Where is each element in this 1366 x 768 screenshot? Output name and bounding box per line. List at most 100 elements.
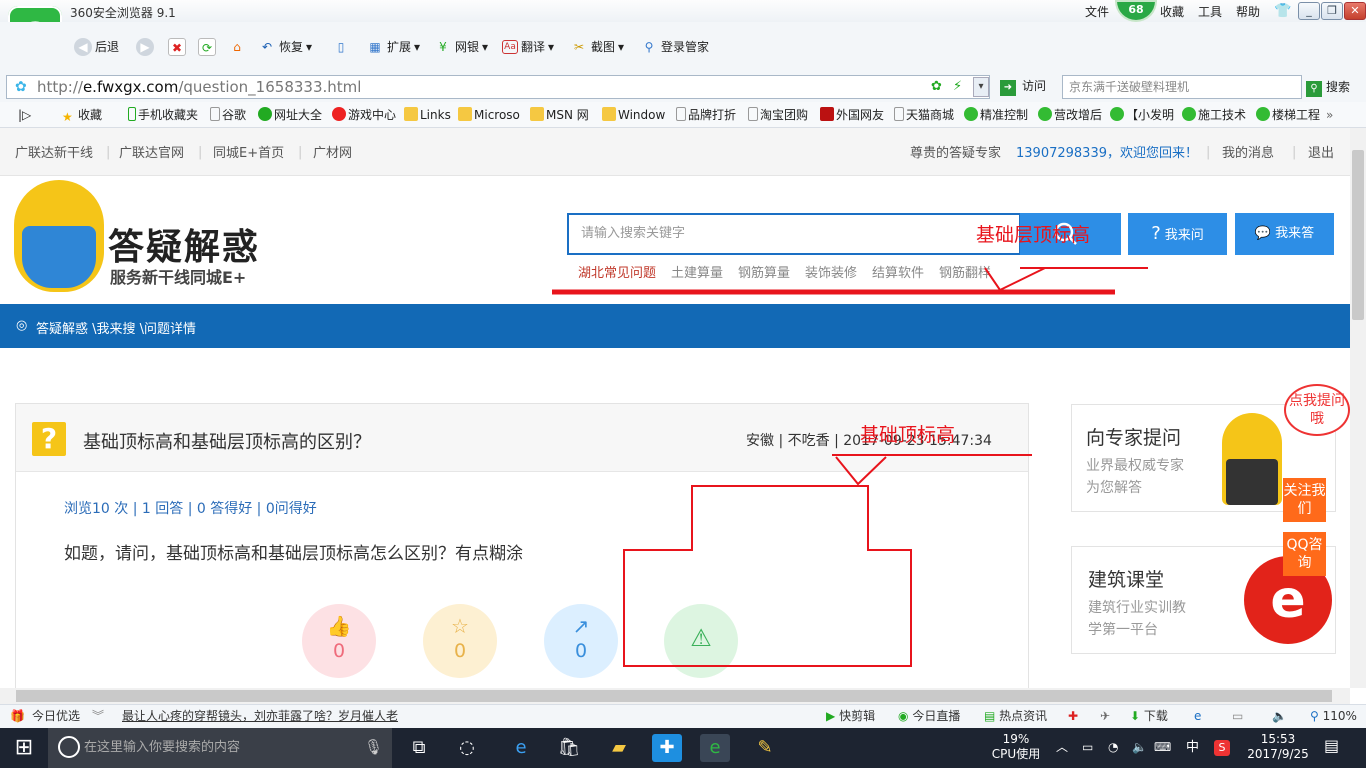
share-button[interactable]: ↗ 0 <box>544 604 618 678</box>
follow-us-button[interactable]: 关注我们 <box>1283 478 1326 522</box>
zoom-level[interactable]: ⚲ 110% <box>1310 708 1357 724</box>
menu-favorites[interactable]: 收藏 <box>1160 3 1184 20</box>
keyboard-icon[interactable]: ⌨ <box>1154 740 1171 755</box>
answer-button[interactable]: 💬 我来答 <box>1235 213 1334 255</box>
app-icon[interactable]: ◌ <box>452 734 482 762</box>
hot-tag[interactable]: 结算软件 <box>872 262 924 281</box>
cpu-usage[interactable]: 19% CPU使用 <box>984 732 1048 762</box>
store-icon[interactable]: 🛍 <box>554 734 584 762</box>
qq-consult-button[interactable]: QQ咨询 <box>1283 532 1326 576</box>
fav-item[interactable]: 楼梯工程 <box>1256 106 1320 124</box>
status-item[interactable]: ⬇ 下载 <box>1130 708 1168 724</box>
hot-tag[interactable]: 湖北常见问题 <box>578 262 656 281</box>
site-search-input[interactable]: 请输入搜索关键字 <box>567 213 1021 255</box>
fav-item[interactable]: 施工技术 <box>1182 106 1246 124</box>
status-item[interactable]: ◉ 今日直播 <box>898 708 960 724</box>
volume-icon[interactable]: 🔈 <box>1132 740 1147 755</box>
fav-item[interactable]: 游戏中心 <box>332 106 396 124</box>
fav-item[interactable]: 营改增后 <box>1038 106 1102 124</box>
notification-icon[interactable]: ▤ <box>1324 738 1339 754</box>
task-view-icon[interactable]: ⧉ <box>404 734 434 762</box>
fav-item[interactable]: 谷歌 <box>210 106 246 124</box>
vertical-scroll-thumb[interactable] <box>1352 150 1364 320</box>
fav-item[interactable]: 【小发明 <box>1110 106 1174 124</box>
today-picks[interactable]: 今日优选 <box>32 708 80 724</box>
file-explorer-icon[interactable]: ▰ <box>604 734 634 762</box>
app-plus-icon[interactable]: ✚ <box>652 734 682 762</box>
screenshot-button[interactable]: ✂ 截图 ▾ <box>570 36 624 58</box>
fav-item[interactable]: ★ 收藏 <box>62 106 102 124</box>
hot-tag[interactable]: 钢筋翻样 <box>939 262 991 281</box>
microphone-icon[interactable]: 🎙 <box>364 738 383 756</box>
ime-indicator[interactable]: 中 <box>1186 740 1199 755</box>
volume-icon[interactable]: 🔈 <box>1272 708 1287 724</box>
news-headline[interactable]: 最让人心疼的穿帮镜头，刘亦菲露了啥？岁月催人老 <box>122 708 398 724</box>
welcome-user[interactable]: 13907298339，欢迎您回来！ <box>1016 145 1198 163</box>
visit-button[interactable]: ➜ 访问 <box>1000 76 1046 96</box>
like-button[interactable]: 👍 0 <box>302 604 376 678</box>
nav-link[interactable]: 同城E+首页 <box>213 145 284 163</box>
skin-icon[interactable]: 👕 <box>1274 3 1291 19</box>
fav-item[interactable]: 网址大全 <box>258 106 322 124</box>
restore-button[interactable]: ↶ 恢复 ▾ <box>258 36 312 58</box>
fav-item[interactable]: 天猫商城 <box>894 106 954 124</box>
edge-icon[interactable]: e <box>506 734 536 762</box>
fav-item[interactable]: 淘宝团购 <box>748 106 808 124</box>
address-bar[interactable]: ✿ http://e.fwxgx.com/question_1658333.htm… <box>6 75 990 99</box>
ie-icon[interactable]: e <box>1194 708 1201 724</box>
nav-link[interactable]: 广联达官网 <box>119 145 184 163</box>
hot-tag[interactable]: 装饰装修 <box>805 262 857 281</box>
sidebar-toggle-icon[interactable]: |▷ <box>18 106 31 124</box>
fav-item[interactable]: Links <box>404 106 451 124</box>
security-status-icon[interactable]: ✚ <box>1068 708 1078 724</box>
translate-button[interactable]: Aa 翻译 ▾ <box>502 36 554 58</box>
horizontal-scroll-thumb[interactable] <box>16 690 1332 702</box>
mascot-logo[interactable] <box>14 180 104 292</box>
login-manager-button[interactable]: ⚲ 登录管家 <box>640 36 709 58</box>
menu-tools[interactable]: 工具 <box>1198 3 1222 20</box>
breadcrumb[interactable]: 答疑解惑 \我来搜 \问题详情 <box>36 318 196 337</box>
windows-start-icon[interactable]: ⊞ <box>0 728 48 768</box>
fav-item[interactable]: 外国网友 <box>820 106 884 124</box>
address-dropdown-icon[interactable]: ▾ <box>973 77 989 97</box>
fav-item[interactable]: Window <box>602 106 665 124</box>
ask-bubble[interactable]: 点我提问哦 <box>1284 384 1350 436</box>
stop-button[interactable]: ✖ <box>168 36 186 58</box>
window-icon[interactable]: ▭ <box>1232 708 1243 724</box>
tray-expand-icon[interactable]: ︿ <box>1056 740 1068 755</box>
browser-search-input[interactable]: 京东满千送破壁料理机 <box>1062 75 1302 99</box>
browser-search-button[interactable]: ⚲ 搜索 <box>1306 77 1350 97</box>
back-button[interactable]: ◀ 后退 <box>74 36 119 58</box>
nav-link[interactable]: 广联达新干线 <box>15 145 93 163</box>
more-favorites-icon[interactable]: » <box>1326 106 1333 124</box>
taskbar-search-input[interactable]: 在这里输入你要搜索的内容 <box>48 728 392 768</box>
forward-button[interactable]: ▶ <box>136 36 154 58</box>
menu-file[interactable]: 文件 <box>1085 3 1109 20</box>
logout-link[interactable]: 退出 <box>1308 145 1334 163</box>
hot-tag[interactable]: 土建算量 <box>671 262 723 281</box>
fav-item[interactable]: MSN 网 <box>530 106 589 124</box>
hot-tag[interactable]: 钢筋算量 <box>738 262 790 281</box>
security-icon[interactable]: ✿ <box>931 76 942 98</box>
browser-360-icon[interactable]: e <box>700 734 730 762</box>
menu-help[interactable]: 帮助 <box>1236 3 1260 20</box>
maximize-button[interactable]: ❐ <box>1321 2 1343 20</box>
status-item[interactable]: ▶ 快剪辑 <box>826 708 875 724</box>
fav-item[interactable]: Microso <box>458 106 520 124</box>
bank-button[interactable]: ¥ 网银 ▾ <box>434 36 488 58</box>
fav-item[interactable]: 手机收藏夹 <box>128 106 198 124</box>
report-button[interactable]: ⚠ <box>664 604 738 678</box>
speed-icon[interactable]: ⚡ <box>953 76 962 98</box>
favorite-button[interactable]: ☆ 0 <box>423 604 497 678</box>
clock[interactable]: 15:53 2017/9/25 <box>1242 732 1314 762</box>
nav-link[interactable]: 广材网 <box>313 145 352 163</box>
close-button[interactable]: ✕ <box>1344 2 1366 20</box>
notes-icon[interactable]: ✎ <box>750 734 780 762</box>
minimize-button[interactable]: _ <box>1298 2 1320 20</box>
mobile-button[interactable]: ▯ <box>332 36 350 58</box>
status-item[interactable]: ▤ 热点资讯 <box>984 708 1047 724</box>
refresh-button[interactable]: ⟳ <box>198 36 216 58</box>
ask-button[interactable]: ? 我来问 <box>1128 213 1227 255</box>
tools-icon[interactable]: ✈ <box>1100 708 1110 724</box>
expand-icon[interactable]: ︾ <box>92 708 104 724</box>
